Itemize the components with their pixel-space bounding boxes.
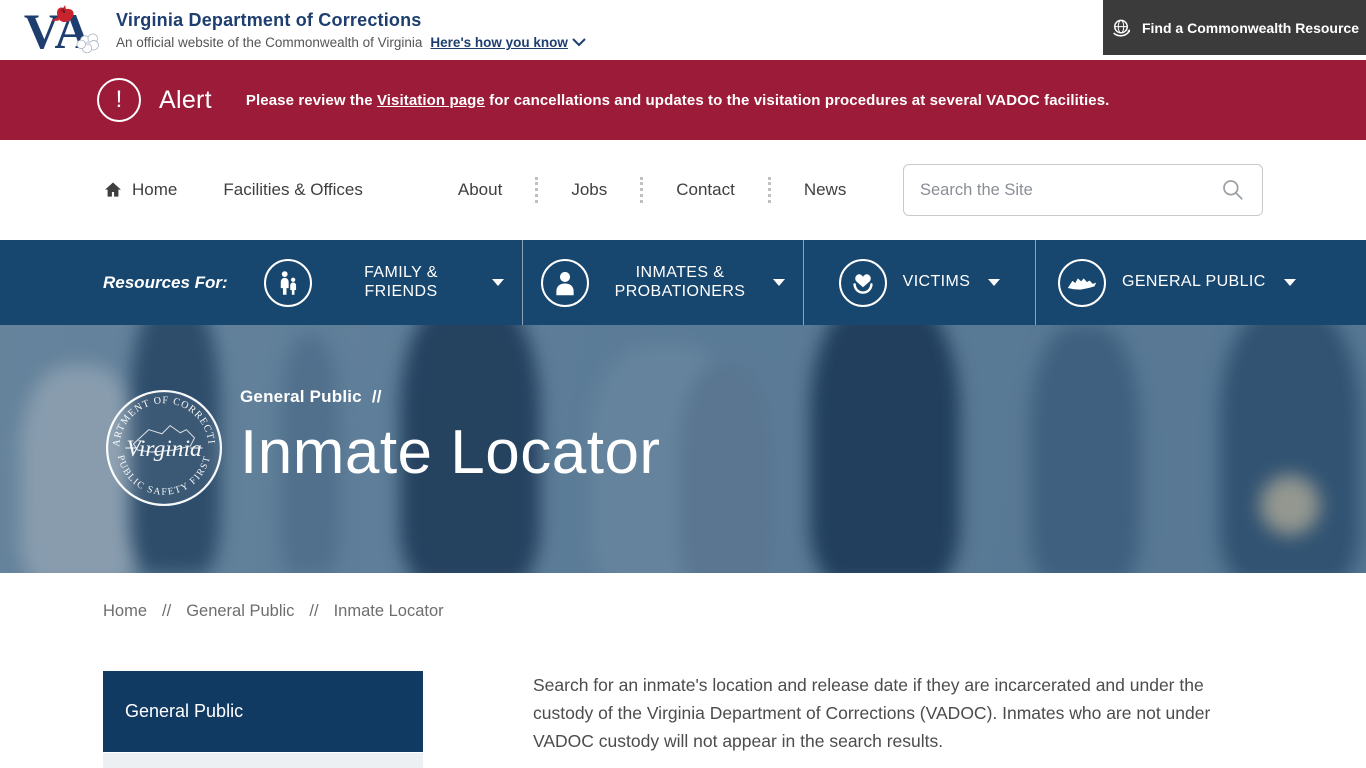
section-sidebar: General Public Freedom of Information Ac… xyxy=(103,671,423,768)
chevron-down-icon xyxy=(773,279,785,286)
family-icon xyxy=(264,259,312,307)
search-icon[interactable] xyxy=(1220,177,1246,203)
breadcrumb-general-public[interactable]: General Public xyxy=(186,602,294,621)
resources-bar: Resources For: FAMILY & FRIENDS INMATES … xyxy=(0,240,1366,325)
nav-news-link[interactable]: News xyxy=(771,180,880,200)
find-commonwealth-resource-button[interactable]: Find a Commonwealth Resource xyxy=(1103,0,1366,55)
vadoc-logo[interactable]: V A xyxy=(22,4,108,56)
person-icon xyxy=(541,259,589,307)
nav-about-link[interactable]: About xyxy=(425,180,535,200)
visitation-page-link[interactable]: Visitation page xyxy=(377,92,485,109)
breadcrumb-home[interactable]: Home xyxy=(103,602,147,621)
vadoc-seal: DEPARTMENT OF CORRECTIONS PUBLIC SAFETY … xyxy=(103,387,225,509)
site-search-box[interactable] xyxy=(903,164,1263,216)
nav-links-group: About Jobs Contact News xyxy=(425,177,879,203)
resources-victims-dropdown[interactable]: VICTIMS xyxy=(803,240,1035,325)
resources-general-public-dropdown[interactable]: GENERAL PUBLIC xyxy=(1035,240,1366,325)
sidebar-item-general-public[interactable]: General Public xyxy=(103,671,423,752)
site-title: Virginia Department of Corrections xyxy=(116,10,586,31)
alert-icon: ! xyxy=(97,78,141,122)
page-title: Inmate Locator xyxy=(240,417,661,488)
brand-block: Virginia Department of Corrections An of… xyxy=(116,10,586,50)
intro-paragraph: Search for an inmate's location and rele… xyxy=(533,671,1263,755)
hero-eyebrow: General Public // xyxy=(240,387,661,407)
resources-for-label: Resources For: xyxy=(0,240,246,325)
va-cardinal-logo-icon: V A xyxy=(22,4,108,56)
resources-family-friends-dropdown[interactable]: FAMILY & FRIENDS xyxy=(246,240,522,325)
chevron-down-icon xyxy=(1284,279,1296,286)
main-navigation: Home Facilities & Offices About Jobs Con… xyxy=(0,140,1366,240)
hero-section-link[interactable]: General Public xyxy=(240,387,362,407)
resources-inmates-probationers-dropdown[interactable]: INMATES & PROBATIONERS xyxy=(522,240,803,325)
virginia-state-icon xyxy=(1058,259,1106,307)
heart-hands-icon xyxy=(839,259,887,307)
heres-how-you-know-link[interactable]: Here's how you know xyxy=(430,35,586,50)
alert-message: Please review the Visitation page for ca… xyxy=(246,92,1110,109)
nav-facilities-offices-link[interactable]: Facilities & Offices xyxy=(223,180,363,200)
nav-contact-link[interactable]: Contact xyxy=(643,180,768,200)
nav-home-link[interactable]: Home xyxy=(103,180,177,200)
official-site-text: An official website of the Commonwealth … xyxy=(116,35,422,50)
chevron-down-icon xyxy=(572,38,586,47)
page-content: Search for an inmate's location and rele… xyxy=(533,671,1263,768)
sidebar-item-foia[interactable]: Freedom of Information Act xyxy=(103,753,423,768)
breadcrumb-current-page: Inmate Locator xyxy=(334,602,444,621)
chevron-down-icon xyxy=(492,279,504,286)
search-input[interactable] xyxy=(920,181,1220,200)
alert-label: Alert xyxy=(159,86,212,115)
globe-icon xyxy=(1110,17,1132,39)
svg-text:Virginia: Virginia xyxy=(126,436,201,462)
chevron-down-icon xyxy=(988,279,1000,286)
nav-jobs-link[interactable]: Jobs xyxy=(538,180,640,200)
home-icon xyxy=(103,180,123,200)
hero-banner: DEPARTMENT OF CORRECTIONS PUBLIC SAFETY … xyxy=(0,325,1366,573)
breadcrumb: Home // General Public // Inmate Locator xyxy=(103,573,1263,621)
alert-banner: ! Alert Please review the Visitation pag… xyxy=(0,60,1366,140)
site-header: V A Virginia Department of Corrections A… xyxy=(0,0,1366,60)
